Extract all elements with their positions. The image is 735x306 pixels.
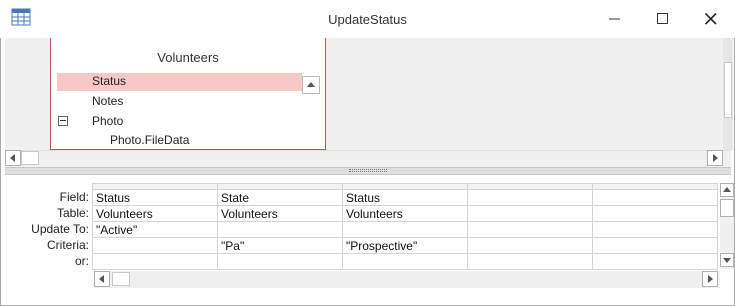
maximize-icon <box>657 13 668 24</box>
table-field-list-title[interactable]: Volunteers <box>50 50 326 65</box>
grid-horizontal-scrollbar[interactable] <box>94 271 720 288</box>
field-list-scroll-up-button[interactable] <box>302 76 320 94</box>
grid-cell-or[interactable] <box>217 253 343 270</box>
row-label-field: Field: <box>59 190 89 204</box>
grid-cell-update-to[interactable]: "Active" <box>92 221 218 238</box>
grid-vertical-scroll-thumb[interactable] <box>720 199 734 217</box>
grid-cell-or[interactable] <box>92 253 218 270</box>
grid-cell-update-to[interactable] <box>342 221 468 238</box>
triangle-left-icon <box>10 154 15 162</box>
grid-cell-update-to[interactable] <box>217 221 343 238</box>
grid-horizontal-scroll-thumb[interactable] <box>112 272 130 286</box>
grid-cell-criteria[interactable]: "Pa" <box>217 237 343 254</box>
grid-cell-criteria[interactable] <box>92 237 218 254</box>
grid-scroll-down-button[interactable] <box>720 253 734 267</box>
grid-cell-criteria[interactable] <box>467 237 593 254</box>
close-button[interactable] <box>688 4 734 34</box>
row-label-table: Table: <box>56 206 89 220</box>
grid-cell-or[interactable] <box>592 253 718 270</box>
scroll-left-button[interactable] <box>5 150 21 166</box>
grid-scroll-up-button[interactable] <box>720 183 734 197</box>
grid-cell-field[interactable]: Status <box>92 189 218 206</box>
close-icon <box>705 13 717 25</box>
maximize-button[interactable] <box>640 4 686 34</box>
grid-cell-or[interactable] <box>342 253 468 270</box>
minimize-icon <box>609 18 620 20</box>
row-label-criteria: Criteria: <box>46 238 89 252</box>
collapse-icon[interactable] <box>58 116 68 126</box>
triangle-up-icon <box>723 187 731 192</box>
grid-cell-table[interactable] <box>467 205 593 222</box>
table-pane-horizontal-scroll-thumb[interactable] <box>21 151 39 165</box>
triangle-up-icon <box>307 82 315 87</box>
field-list-item-notes[interactable]: Notes <box>92 94 123 108</box>
grid-cell-table[interactable]: Volunteers <box>342 205 468 222</box>
grid-cell-criteria[interactable]: "Prospective" <box>342 237 468 254</box>
scroll-right-button[interactable] <box>707 150 723 166</box>
grid-cell-field[interactable] <box>592 189 718 206</box>
grid-cell-field[interactable]: State <box>217 189 343 206</box>
grid-cell-update-to[interactable] <box>592 221 718 238</box>
grid-cell-or[interactable] <box>467 253 593 270</box>
grid-cell-field[interactable]: Status <box>342 189 468 206</box>
row-label-or: or: <box>74 254 89 268</box>
row-label-update-to: Update To: <box>31 222 89 236</box>
table-pane-vertical-scroll-thumb[interactable] <box>724 62 732 118</box>
splitter-grip-icon[interactable] <box>349 169 387 172</box>
table-pane-horizontal-scrollbar[interactable] <box>5 150 731 167</box>
triangle-right-icon <box>713 154 718 162</box>
minimize-button[interactable] <box>592 4 638 34</box>
field-list-item-status[interactable]: Status <box>92 74 126 88</box>
grid-cell-update-to[interactable] <box>467 221 593 238</box>
field-list-item-photo[interactable]: Photo <box>92 114 123 128</box>
grid-cell-table[interactable]: Volunteers <box>217 205 343 222</box>
query-design-grid[interactable]: Status State Status Volunteers Volunteer… <box>92 183 718 270</box>
grid-cell-table[interactable]: Volunteers <box>92 205 218 222</box>
grid-cell-table[interactable] <box>592 205 718 222</box>
grid-cell-field[interactable] <box>467 189 593 206</box>
triangle-left-icon <box>99 275 104 283</box>
grid-scroll-left-button[interactable] <box>94 271 110 287</box>
triangle-right-icon <box>708 275 713 283</box>
grid-cell-criteria[interactable] <box>592 237 718 254</box>
grid-scroll-right-button[interactable] <box>702 271 718 287</box>
field-list-item-photo-filedata[interactable]: Photo.FileData <box>110 133 189 147</box>
triangle-down-icon <box>723 258 731 263</box>
